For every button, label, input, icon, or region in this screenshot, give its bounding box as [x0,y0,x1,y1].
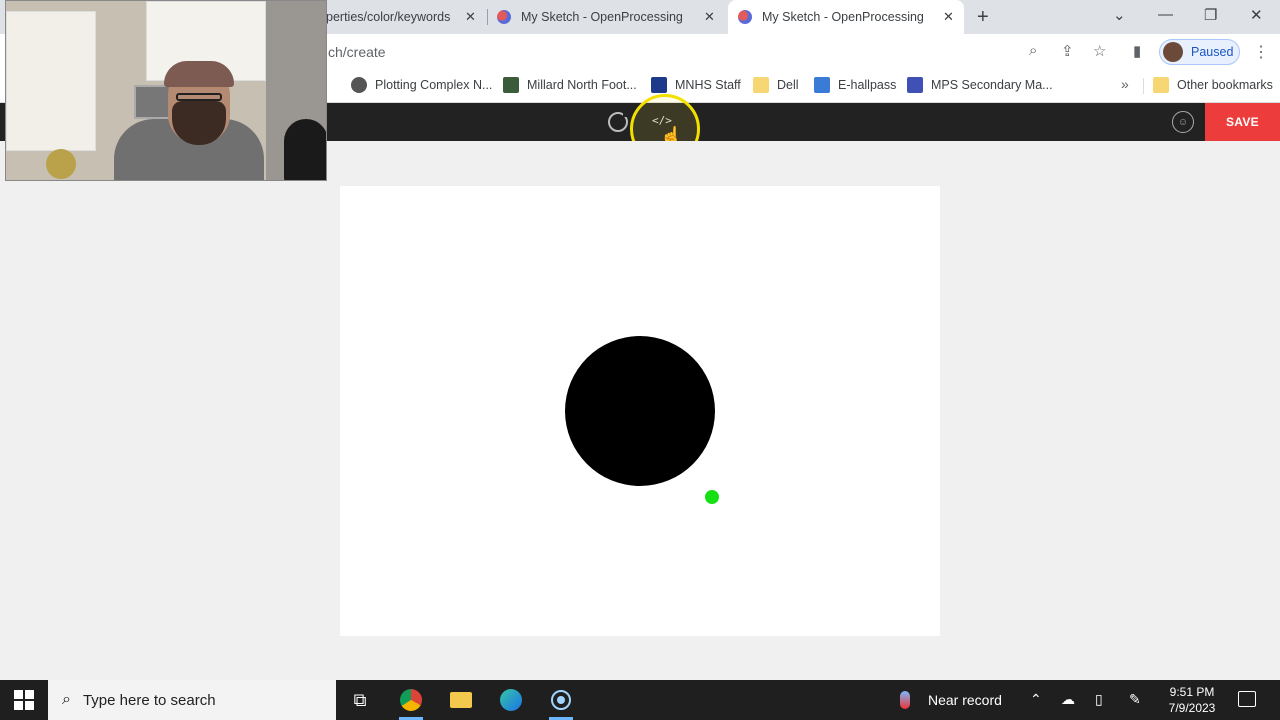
task-view-icon[interactable]: ⧉ [346,686,374,714]
restart-sketch-icon[interactable] [608,111,629,132]
bookmark-label: MNHS Staff [675,78,741,92]
school-icon [503,77,519,93]
tab-title: perties/color/keywords [326,10,450,24]
bookmarks-divider [1143,78,1144,94]
bookmark-plotting-complex[interactable]: Plotting Complex N... [351,77,492,93]
forms-icon [907,77,923,93]
new-tab-icon[interactable]: + [977,6,989,29]
profile-status: Paused [1191,45,1234,59]
user-profile-icon[interactable]: ☺ [1172,111,1194,133]
bookmark-star-icon[interactable]: ☆ [1093,42,1106,60]
minimize-icon[interactable]: — [1158,6,1173,23]
folder-icon [753,77,769,93]
taskbar-search[interactable]: ⌕ Type here to search [48,680,336,720]
kitchen-cabinet [6,11,96,151]
clock-date: 7/9/2023 [1168,701,1216,715]
file-explorer-icon[interactable] [447,686,475,714]
logo-icon [651,77,667,93]
tab-title: My Sketch - OpenProcessing [762,10,924,24]
bookmark-label: E-hallpass [838,78,897,92]
share-icon[interactable]: ⇪ [1061,42,1074,60]
avatar [1163,42,1183,62]
restore-icon[interactable]: ❐ [1204,6,1217,24]
system-clock[interactable]: 9:51 PM 7/9/2023 [1160,684,1224,716]
weather-text: Near record [928,692,1002,708]
tab-separator [487,9,488,25]
address-bar-url[interactable]: ch/create [328,44,386,60]
clock-time: 9:51 PM [1169,685,1215,699]
green-circle [705,490,719,504]
search-icon: ⌕ [62,691,71,708]
tab-close-icon[interactable]: ✕ [704,9,715,25]
globe-icon [351,77,367,93]
thermometer-icon [900,691,910,709]
folder-icon [1153,77,1169,93]
tab-close-icon[interactable]: ✕ [465,9,476,25]
search-placeholder: Type here to search [82,691,216,709]
device-icon[interactable]: ▯ [1095,691,1103,708]
browser-menu-icon[interactable]: ⋮ [1253,42,1269,62]
pen-icon[interactable]: ✎ [1129,691,1141,708]
bookmark-millard-north[interactable]: Millard North Foot... [503,77,637,93]
chrome-icon[interactable] [397,686,425,720]
presenter-glasses [176,93,222,101]
tray-overflow-icon[interactable]: ⌃ [1030,691,1042,708]
bookmark-label: Plotting Complex N... [375,78,493,92]
bookmark-label: MPS Secondary Ma... [931,78,1053,92]
windows-start-icon[interactable] [14,690,34,710]
windows-taskbar: ⌕ Type here to search ⧉ Near record ⌃ ☁ … [0,680,1280,720]
webcam-overlay [5,0,327,181]
tab-title: My Sketch - OpenProcessing [521,10,683,24]
recording-app-icon[interactable] [547,686,575,720]
bookmark-label: Dell [777,78,799,92]
weather-widget[interactable]: Near record [900,691,1002,709]
tab-my-sketch-1[interactable]: My Sketch - OpenProcessing ✕ [497,0,725,34]
bookmark-e-hallpass[interactable]: E-hallpass [814,77,896,93]
profile-button[interactable]: Paused [1159,39,1240,65]
save-button[interactable]: SAVE [1205,103,1280,141]
edge-icon[interactable] [497,686,525,714]
presenter-cap [164,61,234,87]
pass-icon [814,77,830,93]
bookmarks-overflow-icon[interactable]: » [1121,76,1129,92]
other-bookmarks-label: Other bookmarks [1177,78,1273,92]
bookmark-dell[interactable]: Dell [753,77,799,93]
bookmark-mps-secondary[interactable]: MPS Secondary Ma... [907,77,1053,93]
onedrive-icon[interactable]: ☁ [1061,691,1075,708]
bookmark-label: Millard North Foot... [527,78,637,92]
window-close-icon[interactable]: ✕ [1250,6,1263,24]
tab-search-chevron-icon[interactable]: ⌄ [1113,6,1126,24]
openprocessing-favicon-icon [497,10,511,24]
notifications-icon[interactable] [1238,691,1256,707]
other-bookmarks[interactable]: Other bookmarks [1153,77,1273,93]
tab-my-sketch-active[interactable]: My Sketch - OpenProcessing ✕ [728,0,964,34]
black-circle [565,336,715,486]
tab-color-keywords[interactable]: perties/color/keywords ✕ [326,0,486,34]
tab-close-icon[interactable]: ✕ [943,9,954,25]
openprocessing-favicon-icon [738,10,752,24]
plant [46,149,76,179]
bookmark-mnhs-staff[interactable]: MNHS Staff [651,77,741,93]
side-panel-icon[interactable]: ▮ [1133,42,1141,60]
zoom-icon[interactable]: ⌕ [1029,42,1037,59]
microphone [284,119,326,180]
